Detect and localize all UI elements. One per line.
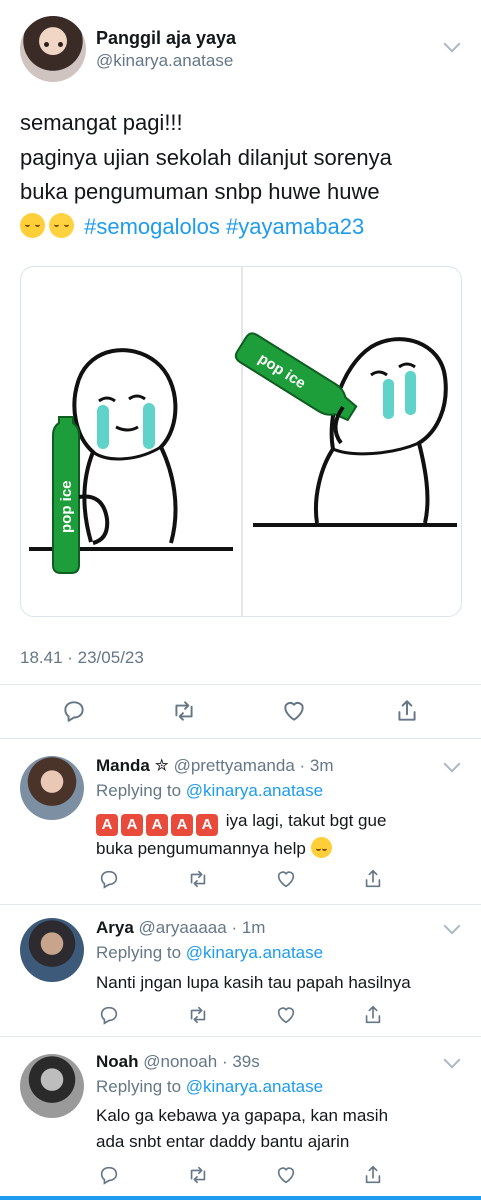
reply-text-line: Nanti jngan lupa kasih tau papah hasilny…	[96, 973, 411, 992]
reply-author-handle[interactable]: @nonoah	[143, 1052, 217, 1071]
share-icon	[398, 700, 416, 721]
reply-tweet[interactable]: Manda ✮ @prettyamanda · 3m Replying to @…	[0, 738, 481, 904]
red-a-emoji: A	[96, 814, 118, 836]
chevron-down-icon[interactable]	[443, 1051, 461, 1069]
reply-header: Noah @nonoah · 39s	[96, 1052, 260, 1072]
reply-avatar[interactable]	[20, 918, 84, 982]
share-icon	[365, 1005, 381, 1024]
retweet-button[interactable]	[183, 1160, 213, 1190]
tweet-timestamp: 18.41 · 23/05/23	[20, 648, 144, 667]
retweet-icon	[190, 870, 206, 888]
reply-text: Nanti jngan lupa kasih tau papah hasilny…	[96, 970, 456, 996]
reply-header: Manda ✮ @prettyamanda · 3m	[96, 756, 334, 776]
tweet-actions	[0, 696, 481, 728]
replying-prefix: Replying to	[96, 1077, 182, 1096]
tweet-header: Panggil aja yaya @kinarya.anatase	[0, 0, 481, 100]
author-avatar[interactable]	[20, 16, 86, 82]
replying-prefix: Replying to	[96, 943, 182, 962]
reply-author-handle[interactable]: @prettyamanda	[174, 756, 295, 775]
tweet-text: semangat pagi!!! paginya ujian sekolah d…	[20, 106, 470, 244]
reply-actions	[0, 1160, 481, 1190]
share-button[interactable]	[358, 1160, 388, 1190]
chevron-down-icon[interactable]	[443, 755, 461, 773]
bottom-accent-bar	[0, 1196, 481, 1200]
replying-prefix: Replying to	[96, 781, 182, 800]
replying-to: Replying to @kinarya.anatase	[96, 781, 323, 801]
tweet-text-line: buka pengumuman snbp huwe huwe	[20, 179, 380, 204]
replying-to: Replying to @kinarya.anatase	[96, 943, 323, 963]
share-button[interactable]	[358, 1000, 388, 1030]
like-button[interactable]	[279, 696, 309, 726]
hashtags[interactable]: #semogalolos #yayamaba23	[84, 214, 364, 239]
retweet-icon	[190, 1006, 206, 1024]
reply-text-line: iya lagi, takut bgt gue	[225, 811, 387, 830]
reply-time: · 1m	[231, 918, 266, 937]
tweet-text-line: semangat pagi!!!	[20, 110, 183, 135]
left-bottle-label: pop ice	[58, 480, 75, 533]
heart-icon	[277, 1007, 295, 1024]
red-a-emoji: A	[171, 814, 193, 836]
reply-text: Kalo ga kebawa ya gapapa, kan masih ada …	[96, 1103, 456, 1155]
retweet-button[interactable]	[183, 1000, 213, 1030]
replying-to: Replying to @kinarya.anatase	[96, 1077, 323, 1097]
retweet-button[interactable]	[183, 864, 213, 894]
melting-face-emoji	[310, 837, 332, 858]
reply-icon	[64, 701, 84, 722]
heart-icon	[277, 871, 295, 888]
red-a-emoji: A	[196, 814, 218, 836]
replying-handle[interactable]: @kinarya.anatase	[186, 943, 323, 962]
divider	[0, 684, 481, 685]
retweet-icon	[190, 1166, 206, 1184]
reply-text-line: buka pengumumannya help	[96, 839, 306, 858]
tweet-text-line: paginya ujian sekolah dilanjut sorenya	[20, 144, 392, 170]
retweet-button[interactable]	[169, 696, 199, 726]
red-a-emoji: A	[146, 814, 168, 836]
share-button[interactable]	[392, 696, 422, 726]
share-button[interactable]	[358, 864, 388, 894]
share-icon	[365, 869, 381, 888]
reply-time: · 39s	[221, 1052, 260, 1071]
like-button[interactable]	[271, 1160, 301, 1190]
reply-avatar[interactable]	[20, 1054, 84, 1118]
share-icon	[365, 1165, 381, 1184]
author-handle[interactable]: @kinarya.anatase	[96, 51, 233, 71]
like-button[interactable]	[271, 1000, 301, 1030]
retweet-icon	[175, 701, 193, 721]
reply-button[interactable]	[94, 1000, 124, 1030]
like-button[interactable]	[271, 864, 301, 894]
reply-time: · 3m	[299, 756, 334, 775]
reply-author-name[interactable]: Noah	[96, 1052, 139, 1071]
heart-icon	[277, 1167, 295, 1184]
heart-icon	[284, 701, 304, 721]
reply-text-line: Kalo ga kebawa ya gapapa, kan masih	[96, 1106, 389, 1125]
reply-header: Arya @aryaaaaa · 1m	[96, 918, 265, 938]
author-name[interactable]: Panggil aja yaya	[96, 28, 236, 49]
reply-author-handle[interactable]: @aryaaaaa	[139, 918, 227, 937]
tweet-image[interactable]: pop ice pop ice	[20, 266, 462, 617]
chevron-down-icon[interactable]	[443, 917, 461, 935]
reply-actions	[0, 864, 481, 894]
reply-icon	[100, 1166, 118, 1185]
reply-tweet[interactable]: Arya @aryaaaaa · 1m Replying to @kinarya…	[0, 904, 481, 1036]
reply-button[interactable]	[94, 864, 124, 894]
pleading-face-emoji	[49, 212, 74, 238]
replying-handle[interactable]: @kinarya.anatase	[186, 1077, 323, 1096]
reply-tweet[interactable]: Noah @nonoah · 39s Replying to @kinarya.…	[0, 1036, 481, 1200]
reply-text: AAAAA iya lagi, takut bgt gue buka pengu…	[96, 808, 456, 862]
verified-star-icon: ✮	[154, 756, 169, 775]
reply-button[interactable]	[94, 1160, 124, 1190]
reply-text-line: ada snbt entar daddy bantu ajarin	[96, 1132, 350, 1151]
reply-icon	[100, 1006, 118, 1025]
meme-illustration: pop ice pop ice	[29, 267, 457, 616]
reply-button[interactable]	[59, 696, 89, 726]
reply-icon	[100, 870, 118, 889]
chevron-down-icon[interactable]	[443, 35, 461, 53]
red-a-emoji: A	[121, 814, 143, 836]
pensive-face-emoji	[20, 212, 45, 238]
reply-avatar[interactable]	[20, 756, 84, 820]
replying-handle[interactable]: @kinarya.anatase	[186, 781, 323, 800]
reply-author-name[interactable]: Arya	[96, 918, 134, 937]
reply-author-name[interactable]: Manda	[96, 756, 150, 775]
reply-actions	[0, 1000, 481, 1030]
